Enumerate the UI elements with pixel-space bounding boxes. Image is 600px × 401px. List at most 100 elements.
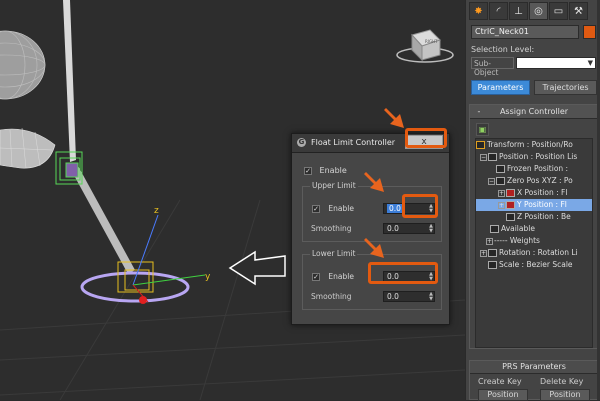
controller-icon <box>490 225 499 233</box>
tree-item-zero-pos[interactable]: − Zero Pos XYZ : Po <box>476 175 592 187</box>
lower-smoothing-label: Smoothing <box>311 292 352 301</box>
display-tab-icon[interactable]: ▭ <box>549 2 568 20</box>
float-limit-controller-dialog: G Float Limit Controller x ✓ Enable Uppe… <box>291 133 450 325</box>
tree-item-label: Transform : Position/Ro <box>487 140 573 149</box>
upper-enable-label: Enable <box>328 204 354 213</box>
object-name-field[interactable]: CtrlC_Neck01 <box>471 25 579 39</box>
limit-enable-row[interactable]: ✓ Enable <box>304 166 347 175</box>
command-panel-tabs: ✸ ◜ ⊥ ◎ ▭ ⚒ <box>469 2 588 20</box>
sub-object-dropdown[interactable]: ▼ <box>516 57 596 69</box>
expand-icon: − <box>480 153 487 161</box>
expand-icon: + <box>498 201 505 209</box>
controller-icon <box>496 177 505 185</box>
tree-item-label: X Position : Fl <box>517 188 568 197</box>
controller-icon <box>496 165 505 173</box>
delete-key-label: Delete Key <box>540 377 584 386</box>
upper-smoothing-spinner[interactable]: 0.0 ▲ ▼ <box>383 223 435 234</box>
lower-enable-row[interactable]: ✓ Enable <box>312 272 354 281</box>
tree-item-label: Y Position : Fl <box>517 200 567 209</box>
tree-item-available[interactable]: Available <box>476 223 592 235</box>
tree-item-rotation[interactable]: + Rotation : Rotation Li <box>476 247 592 259</box>
tree-item-y-position[interactable]: + Y Position : Fl <box>476 199 592 211</box>
prs-parameters-rollout: PRS Parameters Create Key Delete Key Pos… <box>469 360 599 401</box>
controller-icon <box>476 141 485 149</box>
parameters-button[interactable]: Parameters <box>471 80 530 95</box>
assign-controller-rollout: - Assign Controller ▣ Transform : Positi… <box>469 104 599 349</box>
expand-icon: + <box>480 249 487 257</box>
controller-icon <box>488 261 497 269</box>
object-color-swatch[interactable] <box>583 25 596 39</box>
sub-object-button[interactable]: Sub-Object <box>471 57 514 77</box>
utilities-tab-icon[interactable]: ⚒ <box>569 2 588 20</box>
lower-enable-checkbox[interactable]: ✓ <box>312 273 320 281</box>
assign-controller-icon[interactable]: ▣ <box>476 123 489 136</box>
tree-item-label: Frozen Position : <box>507 164 569 173</box>
close-button-highlight <box>405 128 447 148</box>
spinner-arrows-icon[interactable]: ▲ ▼ <box>429 292 433 302</box>
pointer-arrow-outline <box>228 250 286 286</box>
tree-item-x-position[interactable]: + X Position : Fl <box>476 187 592 199</box>
app-icon: G <box>297 138 306 147</box>
expand-icon: + <box>498 189 505 197</box>
mesh-object <box>0 128 56 169</box>
prs-parameters-header[interactable]: PRS Parameters <box>470 361 598 374</box>
svg-text:y: y <box>205 272 211 282</box>
lower-enable-label: Enable <box>328 272 354 281</box>
motion-tab-icon[interactable]: ◎ <box>529 2 548 20</box>
sphere-object <box>0 30 46 100</box>
orange-arrow-icon <box>364 238 384 258</box>
limit-enable-label: Enable <box>319 166 347 175</box>
create-tab-icon[interactable]: ✸ <box>469 2 488 20</box>
upper-enable-checkbox[interactable]: ✓ <box>312 205 320 213</box>
upper-value-highlight <box>402 194 438 218</box>
create-position-key-button[interactable]: Position <box>478 389 528 401</box>
lower-smoothing-value: 0.0 <box>387 292 399 301</box>
tree-item-weights[interactable]: + ----- Weights <box>476 235 592 247</box>
expand-icon: − <box>488 177 495 185</box>
tree-item-scale[interactable]: Scale : Bezier Scale <box>476 259 592 271</box>
spinner-arrows-icon[interactable]: ▲ ▼ <box>429 224 433 234</box>
controller-icon <box>506 201 515 209</box>
tree-item-position[interactable]: − Position : Position Lis <box>476 151 592 163</box>
controller-icon <box>506 189 515 197</box>
selection-level-label: Selection Level: <box>471 45 535 54</box>
expand-icon: + <box>486 237 493 245</box>
orange-arrow-icon <box>364 172 384 192</box>
trajectories-button[interactable]: Trajectories <box>534 80 597 95</box>
tree-item-label: Rotation : Rotation Li <box>499 248 578 257</box>
tree-item-z-position[interactable]: Z Position : Be <box>476 211 592 223</box>
orange-arrow-icon <box>384 108 404 128</box>
assign-controller-title: Assign Controller <box>499 107 569 116</box>
upper-smoothing-label: Smoothing <box>311 224 352 233</box>
modify-tab-icon[interactable]: ◜ <box>489 2 508 20</box>
tree-item-label: ----- Weights <box>494 236 540 245</box>
tree-item-transform[interactable]: Transform : Position/Ro <box>476 139 592 151</box>
controller-icon <box>506 213 515 221</box>
tree-item-label: Zero Pos XYZ : Po <box>507 176 573 185</box>
controller-icon <box>488 153 497 161</box>
create-key-label: Create Key <box>478 377 522 386</box>
upper-smoothing-value: 0.0 <box>387 224 399 233</box>
chevron-down-icon: ▼ <box>587 59 593 67</box>
assign-controller-header[interactable]: - Assign Controller <box>470 105 598 119</box>
rollout-collapse-icon: - <box>477 107 481 116</box>
hierarchy-tab-icon[interactable]: ⊥ <box>509 2 528 20</box>
limit-enable-checkbox[interactable]: ✓ <box>304 166 312 175</box>
controller-icon <box>488 249 497 257</box>
tree-item-frozen-position[interactable]: Frozen Position : <box>476 163 592 175</box>
lower-value-highlight <box>368 262 438 284</box>
viewcube-label: RIGHT <box>425 39 438 44</box>
bone-upper <box>63 0 76 162</box>
upper-limit-label: Upper Limit <box>310 181 358 190</box>
upper-enable-row[interactable]: ✓ Enable <box>312 204 354 213</box>
upper-limit-value: 0.0 <box>387 204 403 213</box>
delete-position-key-button[interactable]: Position <box>540 389 590 401</box>
lower-limit-label: Lower Limit <box>310 249 358 258</box>
svg-text:z: z <box>154 206 159 216</box>
lower-smoothing-spinner[interactable]: 0.0 ▲ ▼ <box>383 291 435 302</box>
tree-item-label: Position : Position Lis <box>499 152 578 161</box>
controller-tree[interactable]: Transform : Position/Ro − Position : Posi… <box>475 138 593 348</box>
tree-item-label: Available <box>501 224 535 233</box>
tree-item-label: Z Position : Be <box>517 212 571 221</box>
command-panel: ✸ ◜ ⊥ ◎ ▭ ⚒ CtrlC_Neck01 Selection Level… <box>465 0 600 401</box>
